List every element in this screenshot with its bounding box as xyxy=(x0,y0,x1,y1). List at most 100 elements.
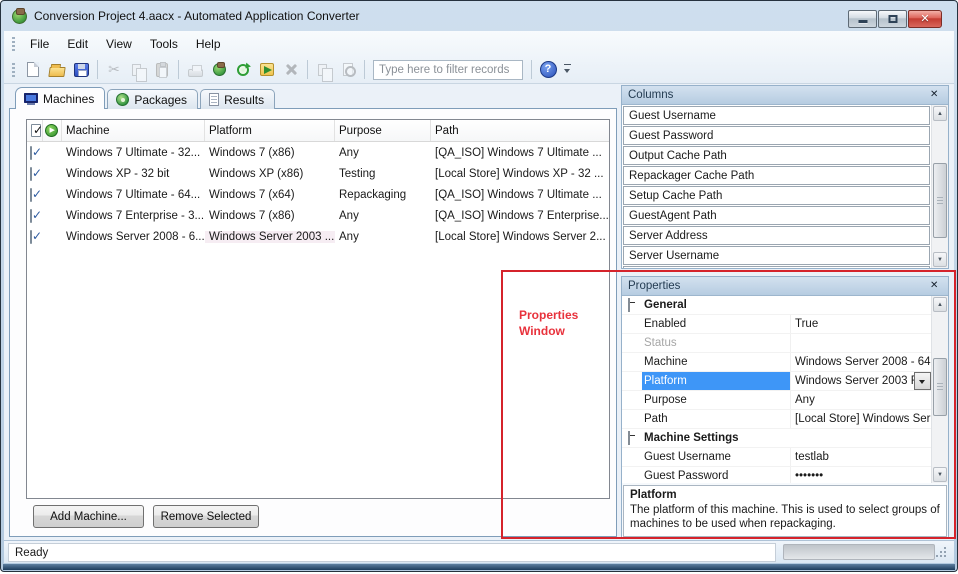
property-row[interactable]: Guest Usernametestlab xyxy=(622,448,931,467)
property-row-group[interactable]: General xyxy=(622,296,931,315)
preview-button[interactable] xyxy=(336,58,360,81)
row-checkbox[interactable] xyxy=(30,188,32,202)
list-item[interactable]: Guest Username xyxy=(623,106,930,125)
close-button[interactable] xyxy=(908,10,942,28)
scrollbar-thumb[interactable] xyxy=(933,163,947,238)
column-header-purpose[interactable]: Purpose xyxy=(335,120,431,141)
title-bar[interactable]: Conversion Project 4.aacx - Automated Ap… xyxy=(1,1,957,31)
property-label[interactable]: Enabled xyxy=(642,315,790,333)
property-row[interactable]: MachineWindows Server 2008 - 64 xyxy=(622,353,931,372)
row-checkbox[interactable] xyxy=(30,167,32,181)
dropdown-button[interactable] xyxy=(914,372,931,390)
list-item[interactable]: Server Username xyxy=(623,246,930,265)
menu-item-help[interactable]: Help xyxy=(187,34,230,54)
property-row[interactable]: PurposeAny xyxy=(622,391,931,410)
property-value[interactable]: [Local Store] Windows Ser xyxy=(790,410,931,428)
menu-item-view[interactable]: View xyxy=(97,34,141,54)
property-value[interactable]: ••••••• xyxy=(790,467,931,483)
column-header-path[interactable]: Path xyxy=(431,120,609,141)
table-row[interactable]: Windows 7 Ultimate - 32...Windows 7 (x86… xyxy=(27,142,609,163)
table-row[interactable]: Windows 7 Enterprise - 3...Windows 7 (x8… xyxy=(27,205,609,226)
scroll-down-icon[interactable] xyxy=(933,252,947,267)
property-label[interactable]: Guest Username xyxy=(642,448,790,466)
filter-input[interactable] xyxy=(373,60,523,80)
properties-scrollbar[interactable] xyxy=(931,296,948,483)
property-value[interactable]: Any xyxy=(790,391,931,409)
print-button[interactable] xyxy=(183,58,207,81)
property-value[interactable]: Windows Server 2008 - 64 xyxy=(790,353,931,371)
property-row[interactable]: PlatformWindows Server 2003 R xyxy=(622,372,931,391)
menu-grip[interactable] xyxy=(12,37,15,51)
property-row[interactable]: Status xyxy=(622,334,931,353)
copy-button[interactable] xyxy=(126,58,150,81)
property-value[interactable]: testlab xyxy=(790,448,931,466)
stop-button[interactable] xyxy=(279,58,303,81)
menu-item-edit[interactable]: Edit xyxy=(58,34,97,54)
table-row[interactable]: Windows XP - 32 bitWindows XP (x86)Testi… xyxy=(27,163,609,184)
table-row[interactable]: Windows Server 2008 - 6...Windows Server… xyxy=(27,226,609,247)
help-button[interactable] xyxy=(536,58,560,81)
scroll-up-icon[interactable] xyxy=(933,297,947,312)
list-item[interactable]: Output Cache Path xyxy=(623,146,930,165)
property-label[interactable]: Status xyxy=(642,334,790,352)
list-item[interactable]: Guest Password xyxy=(623,126,930,145)
new-document-button[interactable] xyxy=(21,58,45,81)
tab-packages[interactable]: Packages xyxy=(107,89,198,109)
package-button[interactable] xyxy=(207,58,231,81)
resize-grip-icon[interactable] xyxy=(936,547,948,559)
toolbar-grip[interactable] xyxy=(12,63,15,77)
open-folder-button[interactable] xyxy=(45,58,69,81)
row-checkbox[interactable] xyxy=(30,209,32,223)
minimize-button[interactable] xyxy=(848,10,877,28)
remove-selected-button[interactable]: Remove Selected xyxy=(153,505,259,528)
property-row[interactable]: Guest Password••••••• xyxy=(622,467,931,483)
menu-item-tools[interactable]: Tools xyxy=(141,34,187,54)
scroll-up-icon[interactable] xyxy=(933,106,947,121)
row-checkbox[interactable] xyxy=(30,230,32,244)
close-icon[interactable] xyxy=(928,279,942,293)
run-button[interactable] xyxy=(255,58,279,81)
list-item-partial[interactable] xyxy=(623,266,930,268)
list-item[interactable]: Setup Cache Path xyxy=(623,186,930,205)
property-label[interactable]: Machine xyxy=(642,353,790,371)
tab-machines[interactable]: Machines xyxy=(15,87,105,109)
close-icon[interactable] xyxy=(928,88,942,102)
list-item[interactable]: Repackager Cache Path xyxy=(623,166,930,185)
list-item[interactable]: GuestAgent Path xyxy=(623,206,930,225)
select-all-header-cell[interactable] xyxy=(27,120,43,141)
property-row-group[interactable]: Machine Settings xyxy=(622,429,931,448)
property-value[interactable]: Windows Server 2003 R xyxy=(790,372,931,390)
row-checkbox[interactable] xyxy=(30,146,32,160)
select-all-checkbox[interactable] xyxy=(31,124,41,137)
cut-button[interactable] xyxy=(102,58,126,81)
property-description-text: The platform of this machine. This is us… xyxy=(630,503,940,531)
collapse-icon[interactable] xyxy=(628,298,630,312)
columns-scrollbar[interactable] xyxy=(931,105,948,268)
property-label[interactable]: Purpose xyxy=(642,391,790,409)
property-label[interactable]: Guest Password xyxy=(642,467,790,483)
paste-button[interactable] xyxy=(150,58,174,81)
menu-item-file[interactable]: File xyxy=(21,34,58,54)
property-label[interactable]: Path xyxy=(642,410,790,428)
column-header-platform[interactable]: Platform xyxy=(205,120,335,141)
property-label[interactable]: Platform xyxy=(642,372,790,390)
property-value[interactable] xyxy=(790,334,931,352)
toolbar-overflow-button[interactable] xyxy=(562,60,575,80)
save-button[interactable] xyxy=(69,58,93,81)
refresh-button[interactable] xyxy=(231,58,255,81)
table-row[interactable]: Windows 7 Ultimate - 64...Windows 7 (x64… xyxy=(27,184,609,205)
status-column-header[interactable] xyxy=(43,120,62,141)
tab-results[interactable]: Results xyxy=(200,89,275,109)
scroll-down-icon[interactable] xyxy=(933,467,947,482)
report-button[interactable] xyxy=(312,58,336,81)
property-row[interactable]: Path[Local Store] Windows Ser xyxy=(622,410,931,429)
property-value[interactable]: True xyxy=(790,315,931,333)
maximize-button[interactable] xyxy=(878,10,907,28)
scrollbar-thumb[interactable] xyxy=(933,358,947,416)
property-row[interactable]: EnabledTrue xyxy=(622,315,931,334)
add-machine-button[interactable]: Add Machine... xyxy=(33,505,144,528)
collapse-icon[interactable] xyxy=(628,431,630,445)
list-item[interactable]: Server Address xyxy=(623,226,930,245)
platform-cell: Windows 7 (x64) xyxy=(205,189,335,201)
column-header-machine[interactable]: Machine xyxy=(62,120,205,141)
